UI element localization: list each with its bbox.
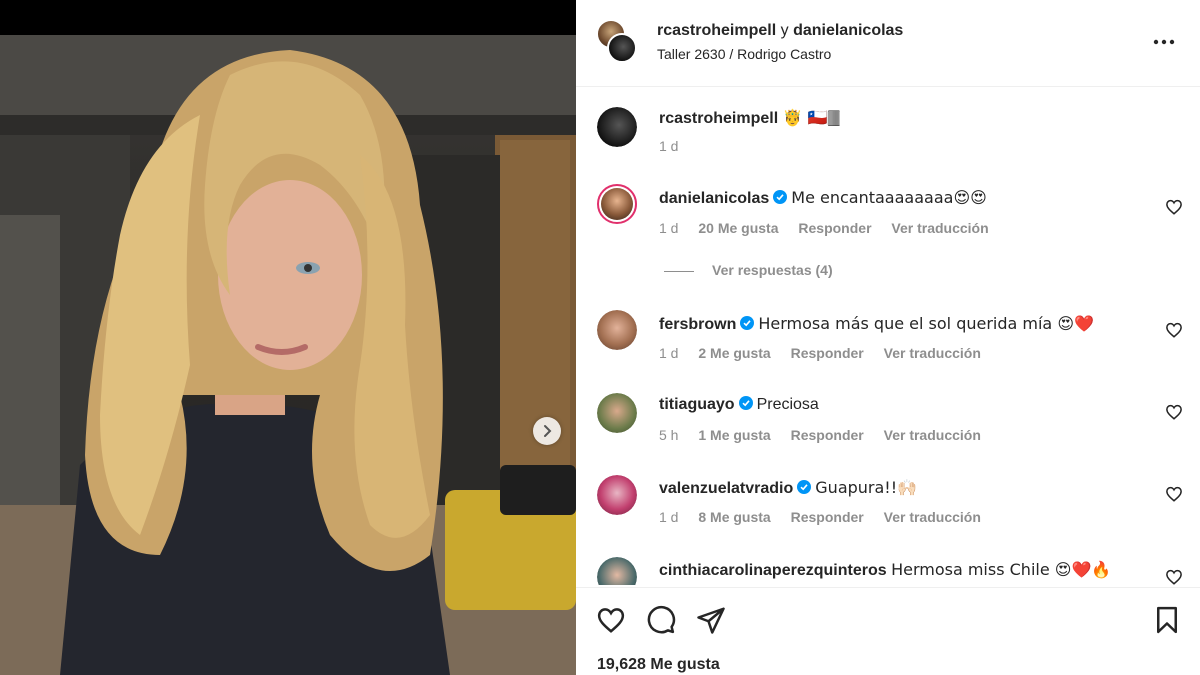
comment-text: Me encantaaaaaaaa😍😍	[791, 188, 987, 207]
comment-likes[interactable]: 1 Me gusta	[698, 427, 770, 443]
translate-button[interactable]: Ver traducción	[884, 509, 981, 525]
comment-time[interactable]: 1 d	[659, 509, 678, 525]
carousel-next-button[interactable]	[533, 417, 561, 445]
more-horizontal-icon	[1153, 39, 1175, 45]
translate-button[interactable]: Ver traducción	[884, 427, 981, 443]
authors-connector: y	[780, 22, 789, 39]
comment-line: cinthiacarolinaperezquinteros Hermosa mi…	[659, 560, 1111, 580]
comment-username[interactable]: valenzuelatvradio	[659, 480, 793, 497]
reply-button[interactable]: Responder	[791, 427, 864, 443]
coauthor-username[interactable]: danielanicolas	[793, 22, 903, 39]
reply-button[interactable]: Responder	[791, 509, 864, 525]
post-location[interactable]: Taller 2630 / Rodrigo Castro	[657, 46, 831, 62]
comment-username[interactable]: titiaguayo	[659, 396, 735, 413]
chevron-right-icon	[544, 425, 552, 437]
comment-likes[interactable]: 8 Me gusta	[698, 509, 770, 525]
comment-line: fersbrown Hermosa más que el sol querida …	[659, 314, 1094, 334]
avatar[interactable]	[597, 475, 637, 515]
comment-meta: 1 d 2 Me gusta Responder Ver traducción	[659, 345, 997, 361]
author-username[interactable]: rcastroheimpell	[657, 22, 776, 39]
comment-icon[interactable]	[646, 605, 676, 635]
comment-likes[interactable]: 2 Me gusta	[698, 345, 770, 361]
translate-button[interactable]: Ver traducción	[891, 220, 988, 236]
verified-badge-icon	[797, 480, 812, 494]
comment-meta: 1 d 20 Me gusta Responder Ver traducción	[659, 220, 1005, 236]
avatar[interactable]	[597, 393, 637, 433]
caption-time: 1 d	[659, 138, 679, 154]
comment-line: titiaguayo Preciosa	[659, 396, 819, 414]
replies-divider	[664, 270, 694, 272]
avatar[interactable]	[597, 310, 637, 350]
coauthor-avatars[interactable]	[596, 19, 640, 65]
caption-username[interactable]: rcastroheimpell	[659, 110, 778, 127]
more-options-button[interactable]	[1149, 30, 1179, 54]
view-replies-label: Ver respuestas (4)	[712, 262, 833, 278]
comment-likes[interactable]: 20 Me gusta	[698, 220, 778, 236]
photo-illustration	[0, 35, 576, 675]
caption-text: 🤴 🇨🇱🀫	[782, 108, 841, 127]
comment-text: Guapura!!🙌🏻	[815, 478, 918, 497]
bookmark-icon[interactable]	[1152, 605, 1182, 635]
avatar[interactable]	[607, 33, 637, 63]
avatar[interactable]	[597, 107, 637, 147]
paper-plane-icon[interactable]	[696, 605, 726, 635]
comments-section[interactable]: rcastroheimpell 🤴 🇨🇱🀫 1 d danielanicolas…	[576, 88, 1200, 585]
comment-username[interactable]: danielanicolas	[659, 190, 769, 207]
comment-meta: 1 d 8 Me gusta Responder Ver traducción	[659, 509, 997, 525]
comment-username[interactable]: fersbrown	[659, 316, 736, 333]
comment-time[interactable]: 5 h	[659, 427, 678, 443]
verified-badge-icon	[773, 190, 788, 204]
heart-icon[interactable]	[1165, 321, 1183, 339]
comment-line: valenzuelatvradio Guapura!!🙌🏻	[659, 478, 917, 498]
heart-icon[interactable]	[1165, 403, 1183, 421]
post-photo[interactable]	[0, 35, 576, 675]
comment-meta: 5 h 1 Me gusta Responder Ver traducción	[659, 427, 997, 443]
post-details-panel: rcastroheimpell y danielanicolas Taller …	[576, 0, 1200, 675]
comment-text: Preciosa	[756, 396, 819, 413]
comment-line: danielanicolas Me encantaaaaaaaa😍😍	[659, 188, 987, 208]
heart-icon[interactable]	[1165, 568, 1183, 585]
heart-icon[interactable]	[1165, 198, 1183, 216]
verified-badge-icon	[738, 396, 753, 410]
reply-button[interactable]: Responder	[798, 220, 871, 236]
avatar[interactable]	[597, 557, 637, 585]
comment-username[interactable]: cinthiacarolinaperezquinteros	[659, 562, 887, 579]
post-actions-bar: 19,628 Me gusta	[576, 587, 1200, 675]
avatar[interactable]	[597, 184, 637, 224]
reply-button[interactable]: Responder	[791, 345, 864, 361]
comment-text: Hermosa miss Chile 😍❤️🔥	[891, 560, 1112, 579]
comment-text: Hermosa más que el sol querida mía 😍❤️	[758, 314, 1094, 333]
instagram-post-modal: rcastroheimpell y danielanicolas Taller …	[0, 0, 1200, 675]
heart-icon[interactable]	[1165, 485, 1183, 503]
post-authors: rcastroheimpell y danielanicolas	[657, 22, 903, 40]
caption-line: rcastroheimpell 🤴 🇨🇱🀫	[659, 108, 840, 128]
post-header: rcastroheimpell y danielanicolas Taller …	[576, 0, 1200, 87]
translate-button[interactable]: Ver traducción	[884, 345, 981, 361]
comment-time[interactable]: 1 d	[659, 220, 678, 236]
comment-time[interactable]: 1 d	[659, 345, 678, 361]
verified-badge-icon	[740, 316, 755, 330]
likes-count[interactable]: 19,628 Me gusta	[597, 656, 720, 674]
view-replies-button[interactable]: Ver respuestas (4)	[664, 262, 833, 278]
heart-icon[interactable]	[596, 605, 626, 635]
